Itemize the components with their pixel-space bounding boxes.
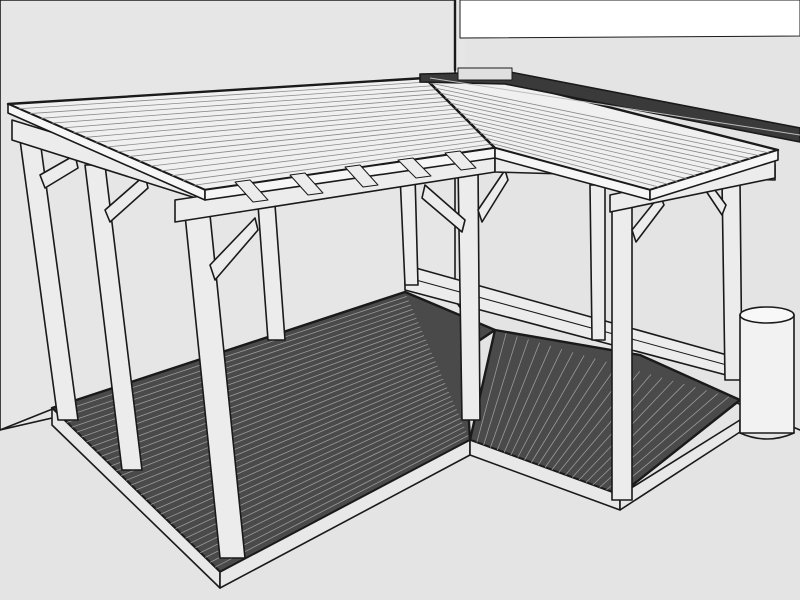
sky-window	[459, 0, 800, 39]
cylinder-bin	[739, 306, 795, 440]
post-side-front	[611, 199, 633, 501]
post-side-back	[589, 184, 606, 341]
wall-vent	[457, 67, 513, 81]
3d-model-viewport[interactable]	[0, 0, 800, 600]
post-side-corner	[721, 179, 743, 381]
l-shaped-pergola-model	[0, 0, 800, 600]
post-front-center	[457, 164, 481, 421]
